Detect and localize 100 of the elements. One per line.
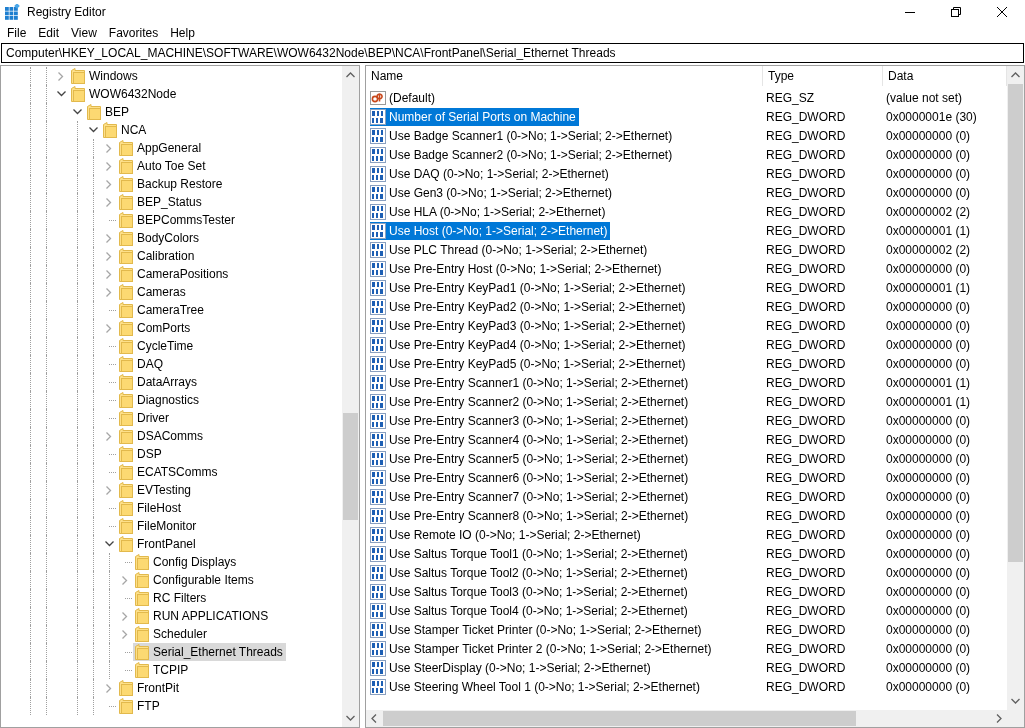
value-item[interactable]: Use Badge Scanner2 (0->No; 1->Serial; 2->Ethernet) (370, 145, 676, 164)
tree-item[interactable]: Configurable Items (133, 571, 257, 589)
scroll-right-icon[interactable] (996, 714, 1002, 723)
value-item[interactable]: Use PLC Thread (0->No; 1->Serial; 2->Ethernet) (370, 240, 651, 259)
chevron-right-icon[interactable] (122, 575, 128, 585)
scrollbar[interactable] (342, 66, 359, 727)
value-item[interactable]: Use Remote IO (0->No; 1->Serial; 2->Ethernet) (370, 525, 644, 544)
menu-item[interactable]: Help (164, 24, 201, 42)
value-item[interactable]: Use Stamper Ticket Printer 2 (0->No; 1->Serial; 2->Ethernet) (370, 639, 715, 658)
tree-item[interactable]: FrontPanel (117, 535, 199, 553)
chevron-right-icon[interactable] (58, 71, 64, 81)
tree-item[interactable]: DAQ (117, 355, 166, 373)
scroll-up-icon[interactable] (1011, 72, 1020, 78)
value-item[interactable]: Use Badge Scanner1 (0->No; 1->Serial; 2->Ethernet) (370, 126, 676, 145)
value-item[interactable]: Use Stamper Ticket Printer (0->No; 1->Serial; 2->Ethernet) (370, 620, 705, 639)
scrollbar[interactable] (1007, 66, 1024, 710)
scroll-down-icon[interactable] (1011, 698, 1020, 704)
chevron-down-icon[interactable] (104, 541, 114, 547)
tree-item[interactable]: Config Displays (133, 553, 240, 571)
chevron-right-icon[interactable] (106, 683, 112, 693)
value-item[interactable]: Use Gen3 (0->No; 1->Serial; 2->Ethernet) (370, 183, 616, 202)
scrollbar-thumb[interactable] (383, 711, 856, 726)
tree-item[interactable]: Backup Restore (117, 175, 226, 193)
tree-item[interactable]: Scheduler (133, 625, 211, 643)
tree-item[interactable]: FileHost (117, 499, 184, 517)
value-item[interactable]: Use Pre-Entry KeyPad5 (0->No; 1->Serial; 2->Ethernet) (370, 354, 689, 373)
tree-item[interactable]: Windows (69, 67, 141, 85)
tree-item[interactable]: WOW6432Node (69, 85, 180, 103)
tree-item[interactable]: DSAComms (117, 427, 206, 445)
menu-item[interactable]: View (65, 24, 103, 42)
data-cell-text: 0x00000000 (0) (885, 356, 972, 371)
tree-item[interactable]: CameraPositions (117, 265, 232, 283)
tree-item[interactable]: Driver (117, 409, 172, 427)
tree-item[interactable]: Serial_Ethernet Threads (133, 643, 286, 661)
scrollbar[interactable] (366, 710, 1024, 727)
tree-item[interactable]: TCPIP (133, 661, 192, 679)
value-item[interactable]: Use Host (0->No; 1->Serial; 2->Ethernet) (370, 221, 611, 240)
value-item[interactable]: Use Saltus Torque Tool1 (0->No; 1->Serial; 2->Ethernet) (370, 544, 691, 563)
value-item[interactable]: Use Pre-Entry Scanner6 (0->No; 1->Serial; 2->Ethernet) (370, 468, 692, 487)
value-item[interactable]: Use SteerDisplay (0->No; 1->Serial; 2->Ethernet) (370, 658, 654, 677)
value-item[interactable]: Use Pre-Entry Scanner3 (0->No; 1->Serial; 2->Ethernet) (370, 411, 692, 430)
value-item[interactable]: Use Saltus Torque Tool2 (0->No; 1->Serial; 2->Ethernet) (370, 563, 691, 582)
chevron-right-icon[interactable] (106, 485, 112, 495)
address-field[interactable]: Computer\HKEY_LOCAL_MACHINE\SOFTWARE\WOW6432Node\BEP\NCA\FrontPanel\Serial_Ethernet Threads (1, 43, 1024, 63)
tree-item[interactable]: BEP_Status (117, 193, 205, 211)
value-item[interactable]: (Default) (370, 88, 438, 107)
value-item[interactable]: Use Pre-Entry KeyPad2 (0->No; 1->Serial; 2->Ethernet) (370, 297, 689, 316)
tree-item[interactable]: RC Filters (133, 589, 210, 607)
value-item[interactable]: Use Pre-Entry Scanner1 (0->No; 1->Serial; 2->Ethernet) (370, 373, 692, 392)
tree-item[interactable]: RUN APPLICATIONS (133, 607, 272, 625)
scrollbar-thumb[interactable] (1008, 84, 1023, 562)
chevron-down-icon[interactable] (88, 127, 98, 133)
tree-item[interactable]: AppGeneral (117, 139, 205, 157)
tree-item[interactable]: CycleTime (117, 337, 197, 355)
value-item[interactable]: Use Saltus Torque Tool4 (0->No; 1->Serial; 2->Ethernet) (370, 601, 691, 620)
value-item[interactable]: Use Steering Wheel Tool 1 (0->No; 1->Serial; 2->Ethernet) (370, 677, 703, 696)
chevron-down-icon[interactable] (72, 109, 82, 115)
chevron-right-icon[interactable] (106, 431, 112, 441)
tree-item[interactable]: FTP (117, 697, 163, 715)
tree-item[interactable]: ECATSComms (117, 463, 221, 481)
value-item[interactable]: Number of Serial Ports on Machine (370, 107, 579, 126)
tree-item[interactable]: FileMonitor (117, 517, 200, 535)
tree-item[interactable]: FrontPit (117, 679, 182, 697)
tree-item[interactable]: Calibration (117, 247, 198, 265)
scroll-up-icon[interactable] (346, 72, 355, 78)
folder-icon (119, 446, 133, 462)
value-item[interactable]: Use Saltus Torque Tool3 (0->No; 1->Serial; 2->Ethernet) (370, 582, 691, 601)
tree-item[interactable]: ComPorts (117, 319, 194, 337)
tree-item[interactable]: CameraTree (117, 301, 207, 319)
menu-item[interactable]: File (1, 24, 33, 42)
tree-item[interactable]: NCA (101, 121, 150, 139)
value-item[interactable]: Use Pre-Entry KeyPad3 (0->No; 1->Serial; 2->Ethernet) (370, 316, 689, 335)
scroll-left-icon[interactable] (371, 714, 377, 723)
menu-item[interactable]: Favorites (102, 24, 165, 42)
value-item[interactable]: Use Pre-Entry Host (0->No; 1->Serial; 2->Ethernet) (370, 259, 665, 278)
menu-item[interactable]: Edit (32, 24, 66, 42)
value-item[interactable]: Use Pre-Entry Scanner4 (0->No; 1->Serial; 2->Ethernet) (370, 430, 692, 449)
chevron-down-icon[interactable] (56, 91, 66, 97)
value-item[interactable]: Use Pre-Entry KeyPad1 (0->No; 1->Serial; 2->Ethernet) (370, 278, 689, 297)
tree-item[interactable]: BEPCommsTester (117, 211, 239, 229)
tree-item[interactable]: Cameras (117, 283, 189, 301)
scroll-down-icon[interactable] (346, 715, 355, 721)
value-item[interactable]: Use HLA (0->No; 1->Serial; 2->Ethernet) (370, 202, 609, 221)
value-item[interactable]: Use DAQ (0->No; 1->Serial; 2->Ethernet) (370, 164, 612, 183)
tree-item[interactable]: Diagnostics (117, 391, 203, 409)
tree-item[interactable]: BodyColors (117, 229, 203, 247)
tree-item[interactable]: EVTesting (117, 481, 195, 499)
value-item[interactable]: Use Pre-Entry Scanner7 (0->No; 1->Serial; 2->Ethernet) (370, 487, 692, 506)
value-item[interactable]: Use Pre-Entry Scanner8 (0->No; 1->Serial; 2->Ethernet) (370, 506, 692, 525)
tree-item[interactable]: BEP (85, 103, 132, 121)
column-header[interactable]: Type (763, 66, 883, 86)
value-item[interactable]: Use Pre-Entry KeyPad4 (0->No; 1->Serial; 2->Ethernet) (370, 335, 689, 354)
column-header[interactable]: Name (366, 66, 763, 86)
value-item[interactable]: Use Pre-Entry Scanner5 (0->No; 1->Serial; 2->Ethernet) (370, 449, 692, 468)
tree-item[interactable]: DataArrays (117, 373, 201, 391)
tree-item[interactable]: Auto Toe Set (117, 157, 209, 175)
value-item[interactable]: Use Pre-Entry Scanner2 (0->No; 1->Serial; 2->Ethernet) (370, 392, 692, 411)
tree-item[interactable]: DSP (117, 445, 165, 463)
scrollbar-thumb[interactable] (343, 413, 358, 520)
chevron-right-icon[interactable] (106, 323, 112, 333)
